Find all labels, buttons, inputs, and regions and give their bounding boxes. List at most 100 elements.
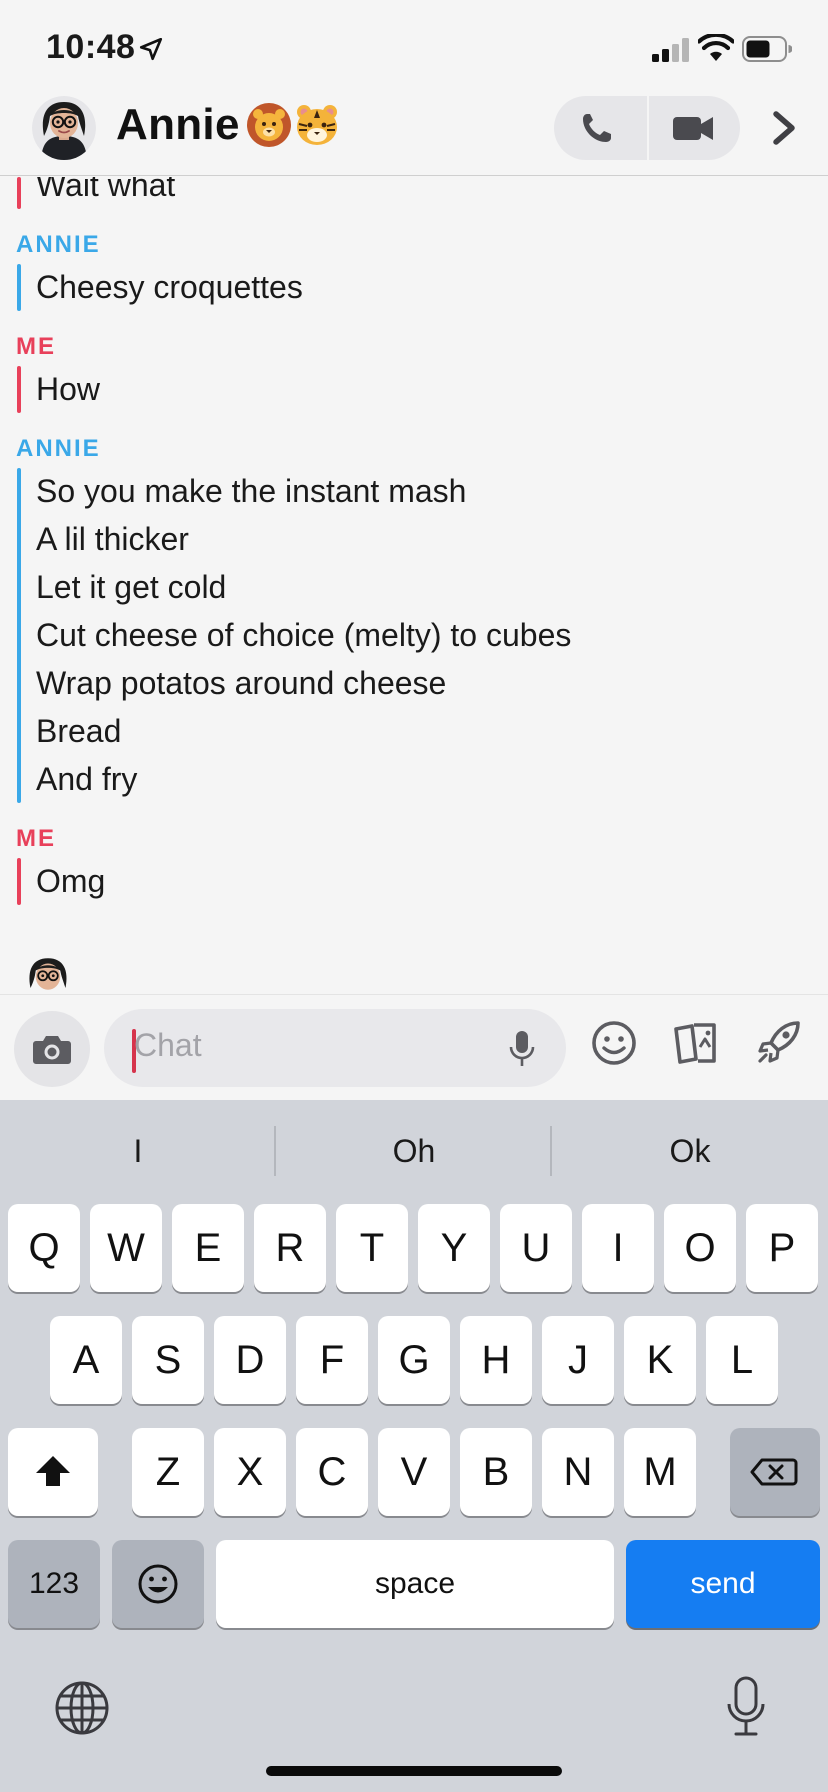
chevron-right-icon bbox=[773, 111, 795, 145]
tiger-face-emoji bbox=[297, 105, 337, 145]
key-label: U bbox=[521, 1226, 551, 1270]
message-text[interactable]: Bread bbox=[36, 707, 121, 755]
message-text[interactable]: Wait what bbox=[36, 177, 175, 209]
key-label: E bbox=[194, 1226, 222, 1270]
memories-button[interactable] bbox=[670, 1017, 722, 1069]
key-p[interactable]: P bbox=[746, 1204, 818, 1292]
key-i[interactable]: I bbox=[582, 1204, 654, 1292]
emoji-key[interactable] bbox=[112, 1540, 204, 1628]
ios-keyboard: I Oh Ok Q W E R T Y U I O P A S D F G H … bbox=[0, 1100, 828, 1792]
numbers-key[interactable]: 123 bbox=[8, 1540, 100, 1628]
key-label: S bbox=[154, 1338, 182, 1382]
message-text[interactable]: So you make the instant mash bbox=[36, 467, 466, 515]
key-label: N bbox=[563, 1450, 593, 1494]
key-label: C bbox=[317, 1450, 347, 1494]
backspace-key[interactable] bbox=[730, 1428, 820, 1516]
key-x[interactable]: X bbox=[214, 1428, 286, 1516]
message-text[interactable]: Omg bbox=[36, 857, 105, 905]
backspace-icon bbox=[750, 1458, 798, 1486]
key-j[interactable]: J bbox=[542, 1316, 614, 1404]
key-u[interactable]: U bbox=[500, 1204, 572, 1292]
dictation-microphone-icon[interactable] bbox=[726, 1676, 766, 1738]
suggestion-3[interactable]: Ok bbox=[552, 1100, 828, 1202]
microphone-icon[interactable] bbox=[508, 1029, 536, 1069]
send-key[interactable]: send bbox=[626, 1540, 820, 1628]
key-k[interactable]: K bbox=[624, 1316, 696, 1404]
bitmoji-avatar-icon bbox=[20, 953, 76, 993]
camera-button[interactable] bbox=[14, 1011, 90, 1087]
camera-icon bbox=[33, 1036, 71, 1064]
voice-call-button[interactable] bbox=[554, 96, 646, 160]
key-label: X bbox=[236, 1450, 264, 1494]
message-bar-me bbox=[17, 858, 21, 905]
home-indicator[interactable] bbox=[266, 1766, 562, 1776]
key-c[interactable]: C bbox=[296, 1428, 368, 1516]
key-label: P bbox=[768, 1226, 796, 1270]
suggestion-1[interactable]: I bbox=[0, 1100, 276, 1202]
message-text[interactable]: A lil thicker bbox=[36, 515, 189, 563]
key-label: W bbox=[107, 1226, 145, 1270]
shift-key[interactable] bbox=[8, 1428, 98, 1516]
composer-bar: Chat bbox=[0, 994, 828, 1100]
key-label: M bbox=[643, 1450, 677, 1494]
games-button[interactable] bbox=[754, 1017, 804, 1067]
key-e[interactable]: E bbox=[172, 1204, 244, 1292]
message-text[interactable]: Cheesy croquettes bbox=[36, 263, 303, 311]
key-v[interactable]: V bbox=[378, 1428, 450, 1516]
key-o[interactable]: O bbox=[664, 1204, 736, 1292]
key-h[interactable]: H bbox=[460, 1316, 532, 1404]
rocket-icon bbox=[758, 1021, 800, 1063]
sender-label-me: ME bbox=[16, 825, 56, 852]
message-text[interactable]: Let it get cold bbox=[36, 563, 226, 611]
key-z[interactable]: Z bbox=[132, 1428, 204, 1516]
key-label: R bbox=[275, 1226, 305, 1270]
suggestion-2[interactable]: Oh bbox=[276, 1100, 552, 1202]
message-text[interactable]: Wrap potatos around cheese bbox=[36, 659, 446, 707]
shift-arrow-icon bbox=[36, 1456, 70, 1486]
key-f[interactable]: F bbox=[296, 1316, 368, 1404]
message-list[interactable]: Wait what ANNIE Cheesy croquettes ME How… bbox=[0, 177, 828, 993]
key-t[interactable]: T bbox=[336, 1204, 408, 1292]
key-label: D bbox=[235, 1338, 265, 1382]
contact-avatar[interactable] bbox=[32, 96, 96, 160]
key-label: V bbox=[400, 1450, 428, 1494]
space-key[interactable]: space bbox=[216, 1540, 614, 1628]
chat-input[interactable]: Chat bbox=[104, 1009, 566, 1087]
key-q[interactable]: Q bbox=[8, 1204, 80, 1292]
video-icon bbox=[673, 117, 713, 140]
key-s[interactable]: S bbox=[132, 1316, 204, 1404]
key-g[interactable]: G bbox=[378, 1316, 450, 1404]
key-a[interactable]: A bbox=[50, 1316, 122, 1404]
key-label: Q bbox=[28, 1226, 60, 1270]
smiley-icon bbox=[592, 1021, 636, 1065]
stickers-button[interactable] bbox=[590, 1019, 638, 1067]
key-r[interactable]: R bbox=[254, 1204, 326, 1292]
location-arrow-icon bbox=[139, 37, 163, 61]
cards-icon bbox=[674, 1023, 716, 1064]
key-b[interactable]: B bbox=[460, 1428, 532, 1516]
battery-icon bbox=[742, 36, 792, 62]
message-text[interactable]: And fry bbox=[36, 755, 137, 803]
bitmoji-avatar-icon bbox=[32, 96, 96, 160]
key-label: J bbox=[568, 1338, 588, 1382]
sender-label-annie: ANNIE bbox=[16, 435, 101, 462]
key-w[interactable]: W bbox=[90, 1204, 162, 1292]
lion-face-emoji bbox=[247, 103, 291, 147]
profile-chevron-button[interactable] bbox=[764, 106, 804, 150]
key-n[interactable]: N bbox=[542, 1428, 614, 1516]
message-bar-annie bbox=[17, 468, 21, 803]
message-text[interactable]: Cut cheese of choice (melty) to cubes bbox=[36, 611, 571, 659]
globe-icon[interactable] bbox=[54, 1680, 110, 1736]
message-bar-me bbox=[17, 366, 21, 413]
key-y[interactable]: Y bbox=[418, 1204, 490, 1292]
key-l[interactable]: L bbox=[706, 1316, 778, 1404]
key-label: Z bbox=[155, 1450, 181, 1494]
key-m[interactable]: M bbox=[624, 1428, 696, 1516]
message-text[interactable]: How bbox=[36, 365, 100, 413]
key-d[interactable]: D bbox=[214, 1316, 286, 1404]
chat-placeholder: Chat bbox=[134, 1027, 202, 1063]
key-label: send bbox=[690, 1567, 756, 1600]
status-time: 10:48 bbox=[46, 28, 136, 66]
video-call-button[interactable] bbox=[649, 96, 740, 160]
contact-name[interactable]: Annie bbox=[116, 100, 240, 150]
